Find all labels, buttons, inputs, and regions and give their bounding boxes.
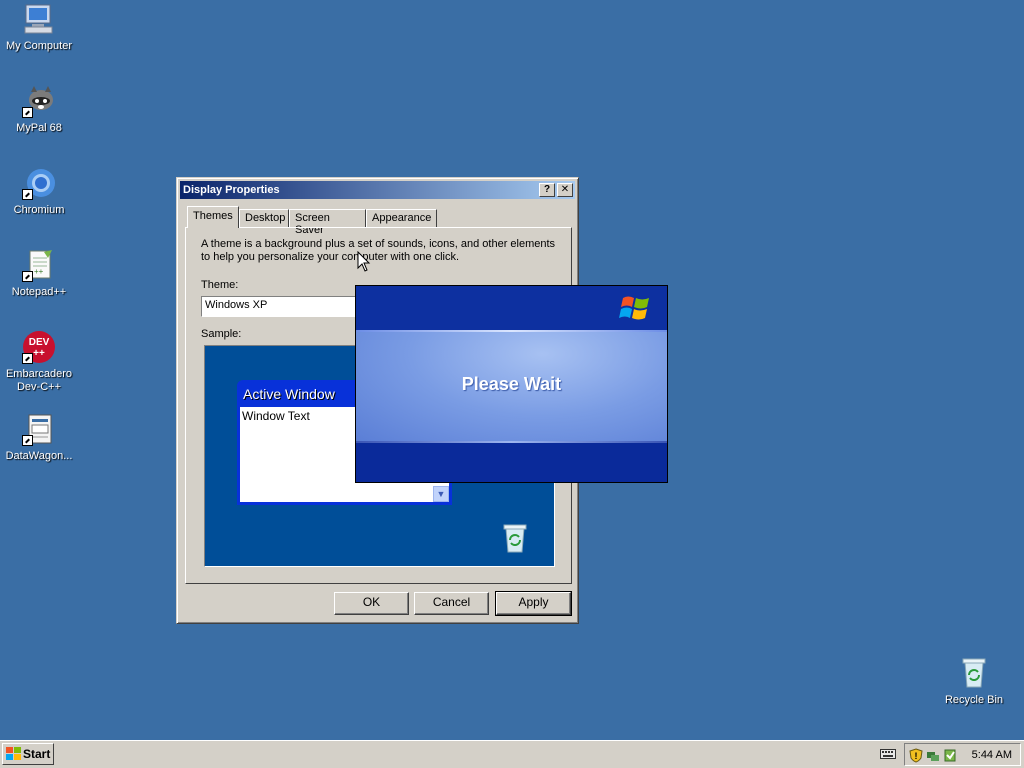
shortcut-arrow-icon bbox=[22, 107, 33, 118]
sample-window-text: Window Text bbox=[242, 409, 310, 423]
start-label: Start bbox=[23, 747, 51, 761]
cancel-button[interactable]: Cancel bbox=[414, 592, 489, 615]
sample-label: Sample: bbox=[201, 328, 242, 340]
chevron-down-icon: ▼ bbox=[433, 486, 449, 502]
taskbar: Start ! 5:44 AM bbox=[0, 740, 1024, 768]
wait-footer-band bbox=[356, 443, 667, 482]
sample-window-title: Active Window bbox=[243, 386, 335, 402]
desktop-icon-devcpp[interactable]: DEV ++ Embarcadero Dev-C++ bbox=[0, 330, 78, 394]
tray-app-icon[interactable] bbox=[943, 748, 957, 763]
apply-button[interactable]: Apply bbox=[495, 591, 572, 616]
svg-text:!: ! bbox=[915, 751, 918, 761]
please-wait-window: Please Wait bbox=[355, 285, 668, 483]
desktop-icon-label: Recycle Bin bbox=[944, 694, 1004, 706]
recycle-bin-icon bbox=[501, 522, 529, 554]
svg-text:++: ++ bbox=[34, 267, 44, 276]
desktop-icon-mypal[interactable]: MyPal 68 bbox=[0, 84, 78, 135]
clock[interactable]: 5:44 AM bbox=[972, 749, 1012, 761]
security-shield-icon[interactable]: ! bbox=[909, 748, 923, 763]
desktop-icon-my-computer[interactable]: My Computer bbox=[0, 2, 78, 53]
svg-text:DEV: DEV bbox=[29, 337, 50, 348]
tab-screen-saver[interactable]: Screen Saver bbox=[289, 209, 366, 236]
theme-description: A theme is a background plus a set of so… bbox=[201, 238, 556, 263]
desktop-icon-notepadpp[interactable]: ++ Notepad++ bbox=[0, 248, 78, 299]
recycle-bin-icon bbox=[957, 656, 991, 690]
please-wait-message: Please Wait bbox=[461, 374, 562, 394]
desktop-icon-label: MyPal 68 bbox=[16, 122, 62, 134]
tab-appearance[interactable]: Appearance bbox=[366, 209, 437, 227]
desktop-icon-datawagon[interactable]: DataWagon... bbox=[0, 412, 78, 463]
dialog-titlebar[interactable]: Display Properties ? ✕ bbox=[180, 181, 575, 199]
desktop-icon-label: Notepad++ bbox=[11, 286, 67, 298]
dialog-title: Display Properties bbox=[183, 184, 280, 196]
desktop-icon-recycle-bin[interactable]: Recycle Bin bbox=[935, 656, 1013, 707]
theme-label: Theme: bbox=[201, 279, 239, 291]
notepadpp-icon: ++ bbox=[22, 248, 56, 282]
mypal-raccoon-icon bbox=[22, 84, 56, 118]
mouse-cursor-icon bbox=[357, 251, 371, 272]
my-computer-icon bbox=[22, 2, 56, 36]
desktop-icon-label: Embarcadero Dev-C++ bbox=[5, 368, 73, 393]
devcpp-icon: DEV ++ bbox=[22, 330, 56, 364]
ok-button[interactable]: OK bbox=[334, 592, 409, 615]
svg-text:++: ++ bbox=[33, 348, 45, 359]
shortcut-arrow-icon bbox=[22, 271, 33, 282]
datawagon-icon bbox=[22, 412, 56, 446]
windows-logo-icon bbox=[619, 293, 653, 325]
start-button[interactable]: Start bbox=[2, 743, 54, 765]
chromium-icon bbox=[22, 166, 56, 200]
network-icon[interactable] bbox=[926, 748, 940, 763]
tab-desktop[interactable]: Desktop bbox=[239, 209, 289, 227]
desktop-icon-chromium[interactable]: Chromium bbox=[0, 166, 78, 217]
windows-flag-icon bbox=[6, 747, 21, 761]
desktop-icon-label: DataWagon... bbox=[5, 450, 73, 462]
close-button[interactable]: ✕ bbox=[557, 183, 573, 197]
shortcut-arrow-icon bbox=[22, 189, 33, 200]
desktop-icon-label: My Computer bbox=[5, 40, 73, 52]
help-button[interactable]: ? bbox=[539, 183, 555, 197]
system-tray: ! 5:44 AM bbox=[904, 743, 1021, 766]
desktop-icon-label: Chromium bbox=[13, 204, 65, 216]
shortcut-arrow-icon bbox=[22, 353, 33, 364]
tab-themes[interactable]: Themes bbox=[187, 206, 239, 228]
shortcut-arrow-icon bbox=[22, 435, 33, 446]
keyboard-icon[interactable] bbox=[880, 746, 896, 760]
